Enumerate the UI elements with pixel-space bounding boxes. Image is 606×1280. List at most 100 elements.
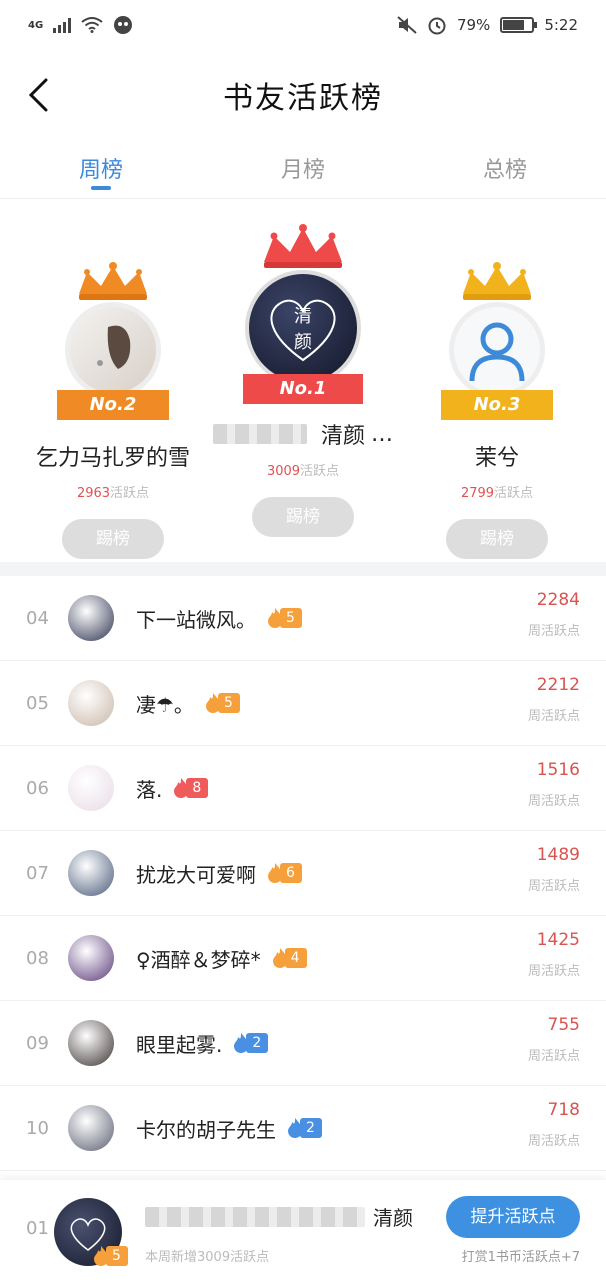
podium-name: 乞力马扎罗的雪	[35, 446, 190, 471]
level-badge: 5	[266, 608, 302, 628]
rank-row[interactable]: 10 卡尔的胡子先生 2 718 周活跃点	[0, 1086, 606, 1171]
rank-row[interactable]: 07 扰龙大可爱啊 6 1489 周活跃点	[0, 831, 606, 916]
score-block: 718 周活跃点	[528, 1100, 580, 1149]
podium-second: No.2 乞力马扎罗的雪 2963活跃点 踢榜	[18, 262, 208, 559]
score-block: 2212 周活跃点	[528, 675, 580, 724]
boost-hint: 打赏1书币活跃点+7	[461, 1250, 580, 1265]
default-user-icon	[469, 322, 525, 382]
my-weekly-gain: 本周新增3009活跃点	[145, 1246, 269, 1265]
flame-icon	[268, 863, 283, 883]
level-badge: 5	[204, 693, 240, 713]
kick-button[interactable]: 踢榜	[62, 519, 164, 559]
podium-name-ellipsis: …	[371, 421, 393, 447]
flame-icon	[205, 693, 221, 713]
flame-icon	[174, 778, 189, 798]
battery-fill	[503, 20, 525, 30]
user-name: 扰龙大可爱啊	[136, 862, 256, 887]
score-value: 755	[547, 1015, 580, 1035]
flame-icon	[272, 948, 287, 968]
score-label: 周活跃点	[527, 1134, 580, 1149]
tab-total[interactable]: 总榜	[404, 140, 606, 196]
rank-row[interactable]: 09 眼里起雾. 2 755 周活跃点	[0, 1001, 606, 1086]
avatar[interactable]	[68, 1105, 114, 1151]
status-bar: 4G 79% 5:22	[0, 0, 606, 50]
podium-third: No.3 茉兮 2799活跃点 踢榜	[402, 262, 592, 559]
rank-row[interactable]: 04 下一站微风。 5 2284 周活跃点	[0, 576, 606, 661]
points-unit: 活跃点	[494, 486, 534, 501]
rank-ribbon-label: No.3	[473, 394, 521, 415]
network-label: 4G	[28, 19, 44, 31]
crown-icon	[463, 262, 531, 300]
crown-icon	[264, 224, 342, 268]
battery-icon	[500, 17, 538, 33]
avatar[interactable]	[68, 935, 114, 981]
user-name: 卡尔的胡子先生	[136, 1117, 276, 1142]
rank-ribbon-2: No.2	[57, 390, 169, 420]
score-label: 周活跃点	[527, 624, 580, 639]
level-badge: 4	[271, 948, 307, 968]
podium-name-text: 清颜	[320, 424, 365, 449]
gain-suffix: 活跃点	[230, 1250, 270, 1265]
flame-icon	[234, 1033, 249, 1053]
avatar[interactable]	[68, 850, 114, 896]
score-label: 周活跃点	[527, 964, 580, 979]
rank-ribbon-label: No.2	[89, 394, 137, 415]
tabs-divider	[0, 198, 606, 199]
points-value: 3009	[266, 464, 301, 479]
avatar[interactable]	[68, 765, 114, 811]
score-value: 1516	[536, 760, 580, 780]
tab-monthly[interactable]: 月榜	[202, 140, 404, 196]
podium-first: 清 颜 No.1 清颜 … 3009活跃点 踢榜	[213, 224, 393, 537]
my-name: 清颜	[145, 1202, 413, 1231]
score-value: 2212	[536, 675, 580, 695]
tab-weekly[interactable]: 周榜	[0, 140, 202, 196]
score-label: 周活跃点	[527, 794, 580, 809]
my-name-text: 清颜	[373, 1206, 413, 1230]
mute-icon	[397, 16, 417, 34]
rank-number: 04	[26, 607, 49, 629]
my-rank-number: 01	[26, 1218, 49, 1239]
score-block: 1489 周活跃点	[528, 845, 580, 894]
rank-ribbon-1: No.1	[243, 374, 363, 404]
gain-prefix: 本周新增	[145, 1250, 198, 1265]
back-arrow-icon	[28, 78, 48, 112]
signal-icon	[53, 17, 72, 33]
rank-number: 06	[26, 777, 49, 799]
boost-activity-button[interactable]: 提升活跃点	[446, 1196, 580, 1238]
avatar-caption-line-1: 清	[294, 306, 312, 327]
blurred-name	[213, 424, 307, 444]
crown-icon	[79, 262, 147, 300]
level-badge: 2	[286, 1118, 322, 1138]
rank-list: 04 下一站微风。 5 2284 周活跃点 05 凄☂。 5 2212 周活跃点 06 落. 8 1516…	[0, 576, 606, 1171]
kick-button[interactable]: 踢榜	[252, 497, 354, 537]
level-badge: 8	[172, 778, 209, 798]
rank-row[interactable]: 06 落. 8 1516 周活跃点	[0, 746, 606, 831]
page-title: 书友活跃榜	[223, 81, 383, 116]
header: 书友活跃榜	[0, 55, 606, 135]
kick-button[interactable]: 踢榜	[446, 519, 548, 559]
podium-name: 茉兮	[474, 446, 519, 471]
score-value: 1425	[536, 930, 580, 950]
score-value: 1489	[536, 845, 580, 865]
avatar[interactable]	[449, 302, 545, 398]
podium-points: 3009活跃点	[213, 460, 393, 479]
avatar[interactable]	[68, 680, 114, 726]
rank-row[interactable]: 08 ♀酒醉＆梦碎* 4 1425 周活跃点	[0, 916, 606, 1001]
rank-ribbon-3: No.3	[441, 390, 553, 420]
score-block: 1516 周活跃点	[528, 760, 580, 809]
user-name: 凄☂。	[136, 692, 194, 717]
score-value: 2284	[536, 590, 580, 610]
flame-icon	[268, 608, 283, 628]
rank-row[interactable]: 05 凄☂。 5 2212 周活跃点	[0, 661, 606, 746]
avatar[interactable]	[68, 595, 114, 641]
points-unit: 活跃点	[300, 464, 340, 479]
score-block: 2284 周活跃点	[528, 590, 580, 639]
status-left: 4G	[28, 15, 133, 35]
level-badge: 2	[232, 1033, 269, 1053]
points-unit: 活跃点	[110, 486, 150, 501]
avatar[interactable]	[65, 302, 161, 398]
flame-icon	[288, 1118, 303, 1138]
avatar[interactable]: 清 颜	[245, 270, 361, 386]
avatar[interactable]	[68, 1020, 114, 1066]
back-button[interactable]	[18, 73, 58, 117]
